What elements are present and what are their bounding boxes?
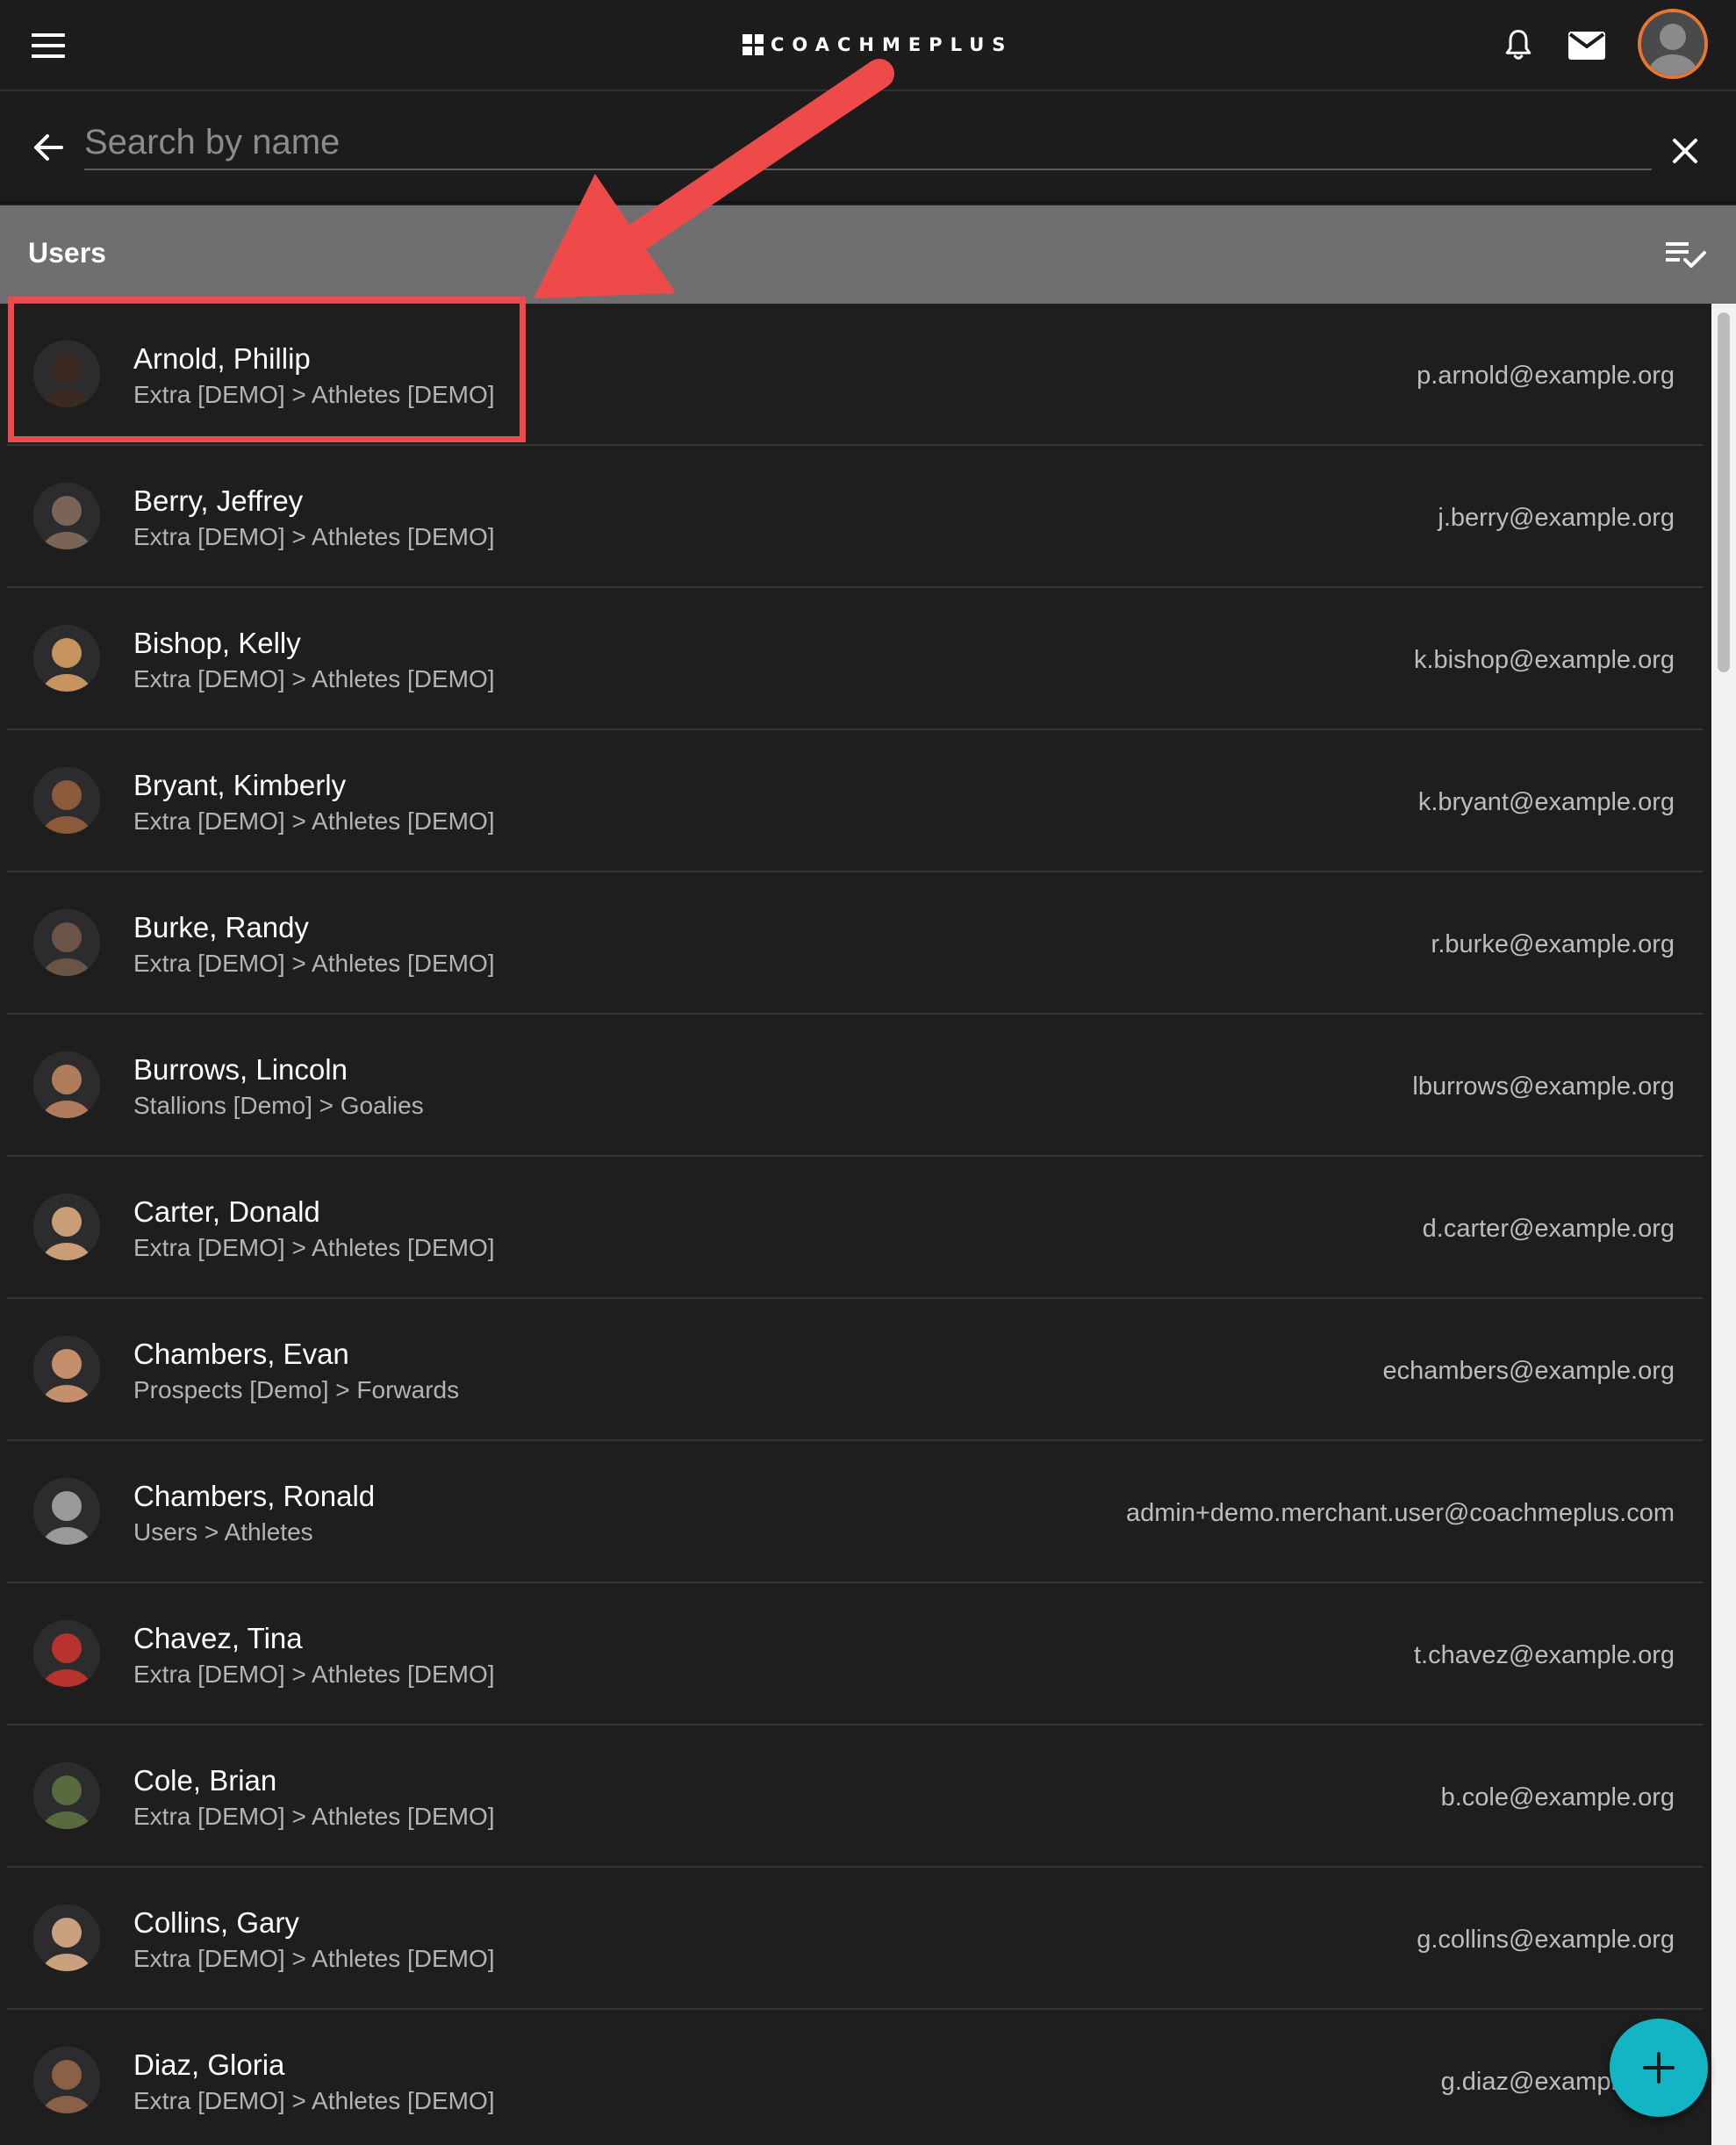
user-email: k.bryant@example.org	[1417, 788, 1675, 816]
user-row[interactable]: Arnold, Phillip Extra [DEMO] > Athletes […	[7, 304, 1703, 446]
user-group-path: Extra [DEMO] > Athletes [DEMO]	[133, 1661, 495, 1688]
close-icon[interactable]	[1668, 133, 1703, 169]
section-title: Users	[28, 237, 106, 269]
bell-icon[interactable]	[1496, 23, 1541, 68]
user-email: k.bishop@example.org	[1413, 646, 1675, 674]
logo-text: COACHMEPLUS	[771, 34, 1014, 55]
user-row[interactable]: Berry, Jeffrey Extra [DEMO] > Athletes [D…	[7, 446, 1703, 588]
user-email: b.cole@example.org	[1440, 1783, 1675, 1811]
user-email: j.berry@example.org	[1438, 504, 1675, 532]
list-scrollbar[interactable]	[1711, 304, 1736, 2145]
user-email: admin+demo.merchant.user@coachmeplus.com	[1125, 1499, 1675, 1527]
arrow-left-icon[interactable]	[30, 128, 68, 167]
user-avatar	[33, 483, 100, 549]
user-email: p.arnold@example.org	[1417, 362, 1675, 390]
user-name: Bishop, Kelly	[133, 627, 301, 659]
user-row[interactable]: Diaz, Gloria Extra [DEMO] > Athletes [DEM…	[7, 2010, 1703, 2145]
user-email: d.carter@example.org	[1422, 1215, 1675, 1243]
user-name: Arnold, Phillip	[133, 342, 311, 375]
user-row[interactable]: Collins, Gary Extra [DEMO] > Athletes [DE…	[7, 1868, 1703, 2010]
logo-mark-icon	[742, 34, 764, 55]
user-email: r.burke@example.org	[1431, 930, 1675, 958]
user-avatar	[33, 1905, 100, 1971]
user-name: Cole, Brian	[133, 1764, 277, 1797]
user-avatar	[33, 2047, 100, 2113]
user-name: Burrows, Lincoln	[133, 1053, 348, 1086]
user-avatar	[33, 1620, 100, 1687]
user-list: Arnold, Phillip Extra [DEMO] > Athletes […	[0, 304, 1710, 2145]
user-avatar	[33, 341, 100, 407]
user-avatar	[33, 1194, 100, 1260]
search-bar	[0, 91, 1736, 204]
mail-icon[interactable]	[1564, 23, 1610, 68]
user-avatar	[33, 1051, 100, 1118]
user-group-path: Prospects [Demo] > Forwards	[133, 1376, 460, 1403]
user-row[interactable]: Cole, Brian Extra [DEMO] > Athletes [DEMO…	[7, 1725, 1703, 1868]
user-group-path: Extra [DEMO] > Athletes [DEMO]	[133, 2087, 495, 2114]
user-row[interactable]: Chavez, Tina Extra [DEMO] > Athletes [DEM…	[7, 1583, 1703, 1725]
add-user-button[interactable]	[1610, 2019, 1708, 2117]
user-email: t.chavez@example.org	[1413, 1641, 1675, 1669]
user-name: Berry, Jeffrey	[133, 484, 304, 517]
scrollbar-thumb[interactable]	[1718, 312, 1730, 672]
user-row[interactable]: Chambers, Ronald Users > Athletes admin+de…	[7, 1441, 1703, 1583]
plus-icon	[1643, 2052, 1675, 2084]
user-name: Chavez, Tina	[133, 1622, 303, 1654]
user-group-path: Extra [DEMO] > Athletes [DEMO]	[133, 381, 495, 408]
app-logo[interactable]: COACHMEPLUS	[742, 32, 1013, 58]
playlist-check-icon[interactable]	[1664, 237, 1708, 272]
user-email: lburrows@example.org	[1412, 1072, 1675, 1101]
user-avatar	[33, 625, 100, 692]
user-name: Burke, Randy	[133, 911, 309, 943]
user-name: Collins, Gary	[133, 1906, 299, 1939]
user-group-path: Stallions [Demo] > Goalies	[133, 1092, 424, 1119]
user-name: Bryant, Kimberly	[133, 769, 347, 801]
user-group-path: Extra [DEMO] > Athletes [DEMO]	[133, 1234, 495, 1261]
user-group-path: Extra [DEMO] > Athletes [DEMO]	[133, 807, 495, 835]
user-email: g.collins@example.org	[1417, 1926, 1675, 1954]
user-row[interactable]: Carter, Donald Extra [DEMO] > Athletes [D…	[7, 1157, 1703, 1299]
hamburger-icon[interactable]	[32, 32, 67, 60]
top-app-bar: COACHMEPLUS	[0, 0, 1736, 91]
user-group-path: Extra [DEMO] > Athletes [DEMO]	[133, 1803, 495, 1830]
user-avatar	[33, 1762, 100, 1829]
user-group-path: Extra [DEMO] > Athletes [DEMO]	[133, 1945, 495, 1972]
user-group-path: Extra [DEMO] > Athletes [DEMO]	[133, 665, 495, 692]
user-group-path: Extra [DEMO] > Athletes [DEMO]	[133, 523, 495, 550]
user-email: echambers@example.org	[1382, 1357, 1675, 1385]
user-avatar	[33, 909, 100, 976]
user-group-path: Users > Athletes	[133, 1518, 313, 1546]
user-name: Diaz, Gloria	[133, 2048, 285, 2081]
user-name: Carter, Donald	[133, 1195, 320, 1228]
current-user-avatar[interactable]	[1638, 9, 1708, 79]
user-name: Chambers, Evan	[133, 1338, 349, 1370]
user-group-path: Extra [DEMO] > Athletes [DEMO]	[133, 950, 495, 977]
user-avatar	[33, 1478, 100, 1545]
user-row[interactable]: Bryant, Kimberly Extra [DEMO] > Athletes …	[7, 730, 1703, 872]
user-row[interactable]: Bishop, Kelly Extra [DEMO] > Athletes [DE…	[7, 588, 1703, 730]
user-row[interactable]: Burke, Randy Extra [DEMO] > Athletes [DEM…	[7, 872, 1703, 1015]
user-row[interactable]: Chambers, Evan Prospects [Demo] > Forward…	[7, 1299, 1703, 1441]
search-input[interactable]	[84, 116, 1652, 170]
users-section-header: Users	[0, 205, 1736, 304]
user-avatar	[33, 767, 100, 834]
user-name: Chambers, Ronald	[133, 1480, 376, 1512]
user-row[interactable]: Burrows, Lincoln Stallions [Demo] > Goali…	[7, 1015, 1703, 1157]
user-avatar	[33, 1336, 100, 1402]
